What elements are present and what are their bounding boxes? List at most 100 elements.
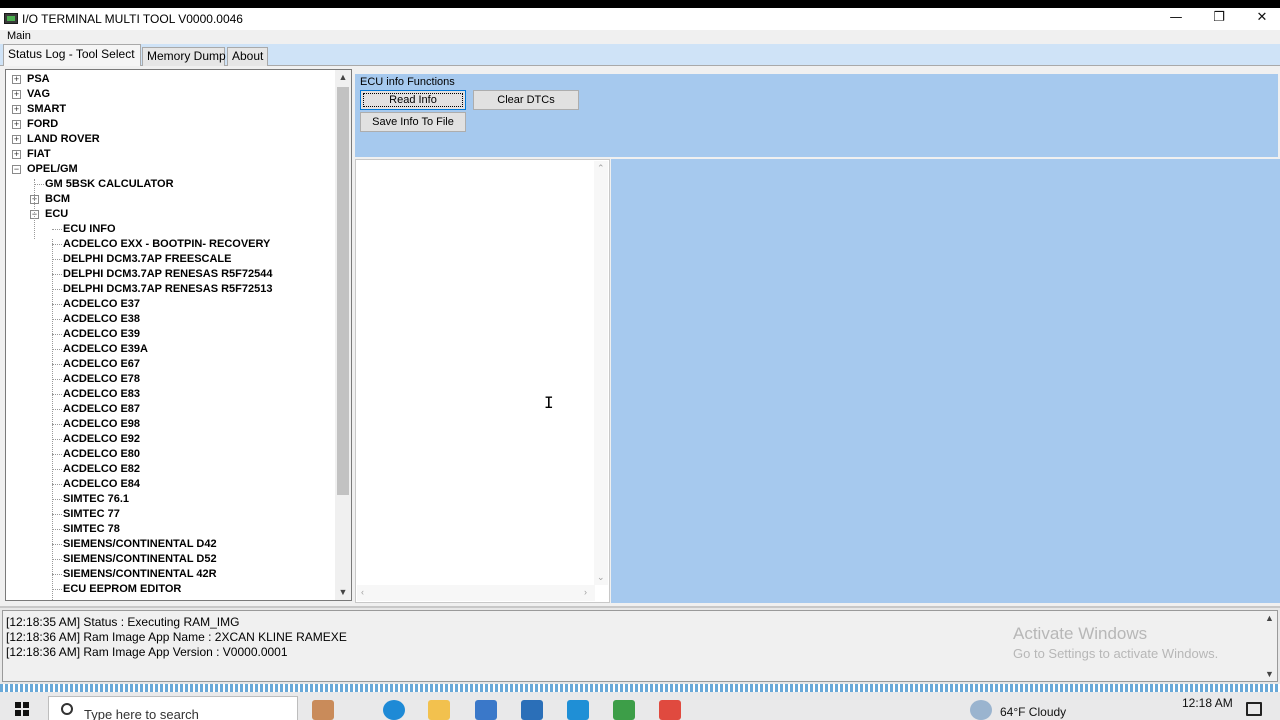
minimize-button[interactable]: — <box>1154 8 1198 30</box>
store-icon[interactable] <box>475 700 497 720</box>
tree-item[interactable]: ACDELCO EXX - BOOTPIN- RECOVERY <box>6 237 336 252</box>
app-icon-red[interactable] <box>659 700 681 720</box>
tree-item[interactable]: ACDELCO E82 <box>6 462 336 477</box>
tree-item[interactable]: − OPEL/GM <box>6 162 336 177</box>
tree-item[interactable]: ECU INFO <box>6 222 336 237</box>
windows-start-icon[interactable] <box>15 702 29 716</box>
mail-icon[interactable] <box>521 700 543 720</box>
tree-item[interactable]: ACDELCO E39A <box>6 342 336 357</box>
letterbox-top <box>0 0 1280 8</box>
tree-item[interactable]: ACDELCO E87 <box>6 402 336 417</box>
tree-item-label: SIEMENS/CONTINENTAL D52 <box>63 553 217 565</box>
tree-item[interactable]: GM 5BSK CALCULATOR <box>6 177 336 192</box>
expand-icon[interactable]: + <box>12 150 21 159</box>
scroll-down-icon[interactable]: ▼ <box>335 585 351 600</box>
expand-icon[interactable]: + <box>12 90 21 99</box>
tree-item-label: ECU EEPROM EDITOR <box>63 583 182 595</box>
search-placeholder: Type here to search <box>84 707 199 720</box>
empty-panel <box>611 159 1280 603</box>
tree-item[interactable]: DELPHI DCM3.7AP FREESCALE <box>6 252 336 267</box>
tree-item[interactable]: ACDELCO E80 <box>6 447 336 462</box>
tree-item[interactable]: ACDELCO E78 <box>6 372 336 387</box>
tree-item[interactable]: SIMTEC 77 <box>6 507 336 522</box>
menu-main[interactable]: Main <box>7 30 31 42</box>
terminal-app-icon[interactable] <box>613 700 635 720</box>
tree-connector <box>52 499 62 500</box>
tree-item[interactable]: SIMTEC 76.1 <box>6 492 336 507</box>
tree-item[interactable]: + PSA <box>6 72 336 87</box>
tree-item[interactable]: ACDELCO E83 <box>6 387 336 402</box>
save-info-button[interactable]: Save Info To File <box>360 112 466 132</box>
tree-item-label: ACDELCO E67 <box>63 358 141 370</box>
status-log[interactable]: [12:18:35 AM] Status : Executing RAM_IMG… <box>2 610 1278 682</box>
tree-connector <box>52 229 62 230</box>
tab-status-log[interactable]: Status Log - Tool Select <box>3 44 141 66</box>
chevron-up-icon[interactable]: ⌃ <box>597 163 605 174</box>
tree-item[interactable]: SIEMENS/CONTINENTAL 42R <box>6 567 336 582</box>
file-explorer-icon[interactable] <box>428 700 450 720</box>
app-icon-blue[interactable] <box>567 700 589 720</box>
expand-icon[interactable]: + <box>12 135 21 144</box>
tree-item[interactable]: + VAG <box>6 87 336 102</box>
restore-button[interactable]: ❐ <box>1197 8 1241 30</box>
chevron-left-icon[interactable]: ‹ <box>361 587 364 597</box>
chevron-right-icon[interactable]: › <box>584 587 587 597</box>
tree-item[interactable]: SIEMENS/CONTINENTAL D52 <box>6 552 336 567</box>
tree-scrollbar[interactable]: ▲ ▼ <box>335 70 351 600</box>
tree-connector <box>52 544 62 545</box>
tree-item[interactable]: DELPHI DCM3.7AP RENESAS R5F72544 <box>6 267 336 282</box>
tree-item-label: SIMTEC 76.1 <box>63 493 130 505</box>
output-vertical-scrollbar[interactable]: ⌃ ⌄ <box>594 161 608 585</box>
output-horizontal-scrollbar[interactable]: ‹ › <box>357 585 595 601</box>
weather-icon[interactable] <box>970 700 992 720</box>
tree-guide-line <box>34 179 35 239</box>
tree-item[interactable]: ACDELCO E92 <box>6 432 336 447</box>
tree-item[interactable]: + FORD <box>6 117 336 132</box>
close-button[interactable]: ✕ <box>1240 8 1280 30</box>
tree-connector <box>52 424 62 425</box>
tree-item-label: ACDELCO E82 <box>63 463 141 475</box>
expand-icon[interactable]: + <box>12 120 21 129</box>
tree-item[interactable]: + FIAT <box>6 147 336 162</box>
tree-connector <box>52 394 62 395</box>
search-icon <box>61 703 73 715</box>
read-info-button[interactable]: Read Info <box>360 90 466 110</box>
tree-item[interactable]: ACDELCO E39 <box>6 327 336 342</box>
tree-item[interactable]: ACDELCO E37 <box>6 297 336 312</box>
tree-item[interactable]: ACDELCO E67 <box>6 357 336 372</box>
collapse-icon[interactable]: − <box>12 165 21 174</box>
tree-scroll-thumb[interactable] <box>337 87 349 495</box>
edge-browser-icon[interactable] <box>383 700 405 720</box>
clock[interactable]: 12:18 AM <box>1182 696 1233 710</box>
tab-memory-dump[interactable]: Memory Dump <box>142 47 226 66</box>
chevron-down-icon[interactable]: ⌄ <box>597 572 605 583</box>
news-widget-icon[interactable] <box>312 700 334 720</box>
tree-item[interactable]: ACDELCO E38 <box>6 312 336 327</box>
tree-item-label: ACDELCO E83 <box>63 388 141 400</box>
expand-icon[interactable]: + <box>12 75 21 84</box>
tree-item[interactable]: SIEMENS/CONTINENTAL D42 <box>6 537 336 552</box>
tree-item[interactable]: − ECU <box>6 207 336 222</box>
chevron-up-icon[interactable]: ▲ <box>1265 613 1274 623</box>
notifications-icon[interactable] <box>1246 702 1262 716</box>
tree-item[interactable]: ACDELCO E84 <box>6 477 336 492</box>
tool-tree[interactable]: + PSA + VAG + SMART + FORD + LAND ROVER + FIAT − OPEL… <box>5 69 352 601</box>
tree-item[interactable]: SIMTEC 78 <box>6 522 336 537</box>
chevron-down-icon[interactable]: ▼ <box>1265 669 1274 679</box>
title-bar[interactable]: I/O TERMINAL MULTI TOOL V0000.0046 — ❐ ✕ <box>0 8 1280 30</box>
tree-item[interactable]: DELPHI DCM3.7AP RENESAS R5F72513 <box>6 282 336 297</box>
tree-item[interactable]: ECU EEPROM EDITOR <box>6 582 336 597</box>
tree-item[interactable]: + LAND ROVER <box>6 132 336 147</box>
tree-item[interactable]: + BCM <box>6 192 336 207</box>
tree-item[interactable]: ACDELCO E98 <box>6 417 336 432</box>
log-scrollbar[interactable]: ▲ ▼ <box>1262 612 1276 680</box>
tree-item[interactable]: + SMART <box>6 102 336 117</box>
taskbar-search-input[interactable]: Type here to search <box>48 696 298 720</box>
scroll-up-icon[interactable]: ▲ <box>335 70 351 85</box>
weather-text[interactable]: 64°F Cloudy <box>1000 705 1066 719</box>
main-content: + PSA + VAG + SMART + FORD + LAND ROVER + FIAT − OPEL… <box>0 66 1280 604</box>
clear-dtcs-button[interactable]: Clear DTCs <box>473 90 579 110</box>
tab-about[interactable]: About <box>227 47 268 66</box>
expand-icon[interactable]: + <box>12 105 21 114</box>
info-output-textarea[interactable]: ⌃ ⌄ ‹ › <box>355 159 610 603</box>
